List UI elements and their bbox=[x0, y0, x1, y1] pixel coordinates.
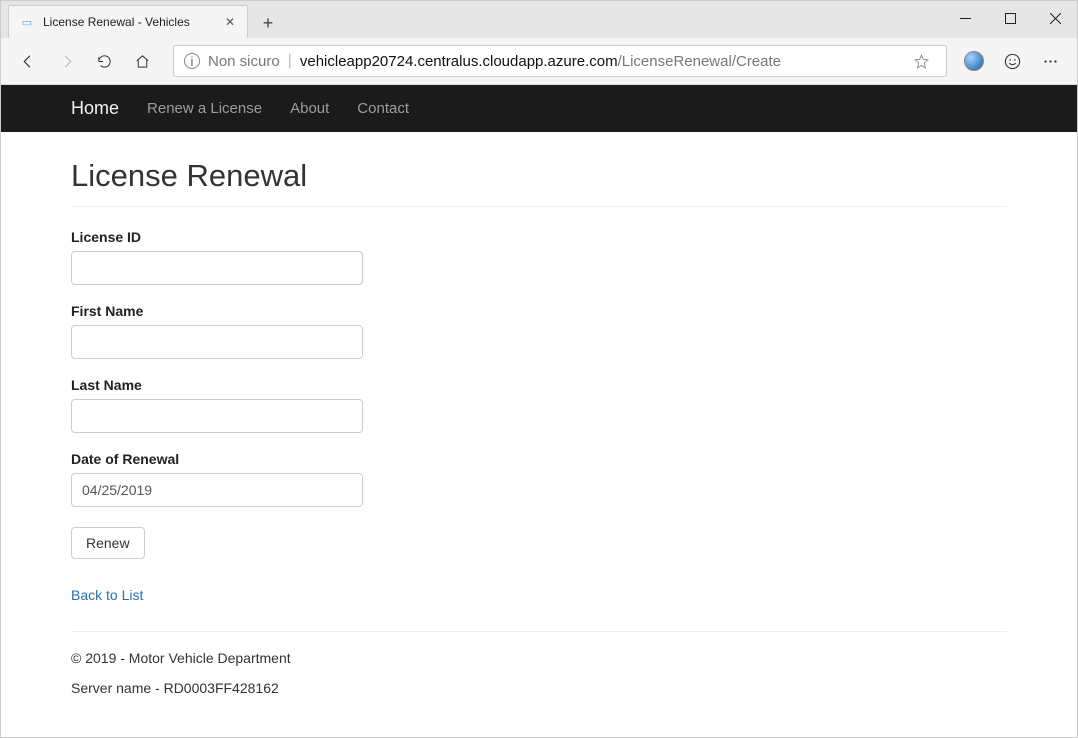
favorite-star-icon[interactable] bbox=[906, 53, 936, 70]
refresh-button[interactable] bbox=[87, 44, 121, 78]
footer: © 2019 - Motor Vehicle Department Server… bbox=[71, 631, 1007, 696]
more-menu-icon[interactable] bbox=[1033, 44, 1067, 78]
nav-home[interactable]: Home bbox=[71, 98, 119, 119]
last-name-input[interactable] bbox=[71, 399, 363, 433]
first-name-input[interactable] bbox=[71, 325, 363, 359]
window-minimize-button[interactable] bbox=[943, 0, 988, 37]
main-content: License Renewal License ID First Name La… bbox=[1, 132, 1077, 696]
browser-tab-strip: ▭ License Renewal - Vehicles ✕ + bbox=[1, 1, 1077, 38]
nav-renew-license[interactable]: Renew a License bbox=[147, 100, 262, 117]
tab-close-icon[interactable]: ✕ bbox=[223, 15, 237, 29]
address-bar[interactable]: i Non sicuro | vehicleapp20724.centralus… bbox=[173, 45, 947, 77]
feedback-smile-icon[interactable] bbox=[995, 44, 1029, 78]
license-id-group: License ID bbox=[71, 229, 1007, 285]
site-info-icon[interactable]: i bbox=[184, 53, 200, 69]
site-navbar: Home Renew a License About Contact bbox=[1, 85, 1077, 132]
license-id-input[interactable] bbox=[71, 251, 363, 285]
browser-toolbar: i Non sicuro | vehicleapp20724.centralus… bbox=[1, 38, 1077, 85]
footer-server: Server name - RD0003FF428162 bbox=[71, 680, 1007, 696]
page-title: License Renewal bbox=[71, 158, 1007, 194]
security-label: Non sicuro bbox=[208, 53, 280, 70]
window-close-button[interactable] bbox=[1033, 0, 1078, 37]
home-button[interactable] bbox=[125, 44, 159, 78]
back-to-list-link[interactable]: Back to List bbox=[71, 587, 1007, 603]
first-name-label: First Name bbox=[71, 303, 1007, 319]
first-name-group: First Name bbox=[71, 303, 1007, 359]
license-id-label: License ID bbox=[71, 229, 1007, 245]
forward-button[interactable] bbox=[49, 44, 83, 78]
extension-icon[interactable] bbox=[957, 44, 991, 78]
back-button[interactable] bbox=[11, 44, 45, 78]
renew-button[interactable]: Renew bbox=[71, 527, 145, 559]
tab-title: License Renewal - Vehicles bbox=[43, 15, 215, 29]
date-input[interactable] bbox=[71, 473, 363, 507]
nav-contact[interactable]: Contact bbox=[357, 100, 409, 117]
footer-copyright: © 2019 - Motor Vehicle Department bbox=[71, 650, 1007, 666]
last-name-group: Last Name bbox=[71, 377, 1007, 433]
nav-about[interactable]: About bbox=[290, 100, 329, 117]
browser-tab[interactable]: ▭ License Renewal - Vehicles ✕ bbox=[8, 5, 248, 38]
date-label: Date of Renewal bbox=[71, 451, 1007, 467]
url-text: vehicleapp20724.centralus.cloudapp.azure… bbox=[300, 53, 898, 70]
window-controls bbox=[943, 0, 1078, 37]
date-group: Date of Renewal bbox=[71, 451, 1007, 507]
divider bbox=[71, 206, 1007, 207]
new-tab-button[interactable]: + bbox=[253, 8, 283, 38]
url-separator: | bbox=[288, 52, 292, 70]
window-maximize-button[interactable] bbox=[988, 0, 1033, 37]
tab-favicon: ▭ bbox=[19, 14, 35, 30]
last-name-label: Last Name bbox=[71, 377, 1007, 393]
